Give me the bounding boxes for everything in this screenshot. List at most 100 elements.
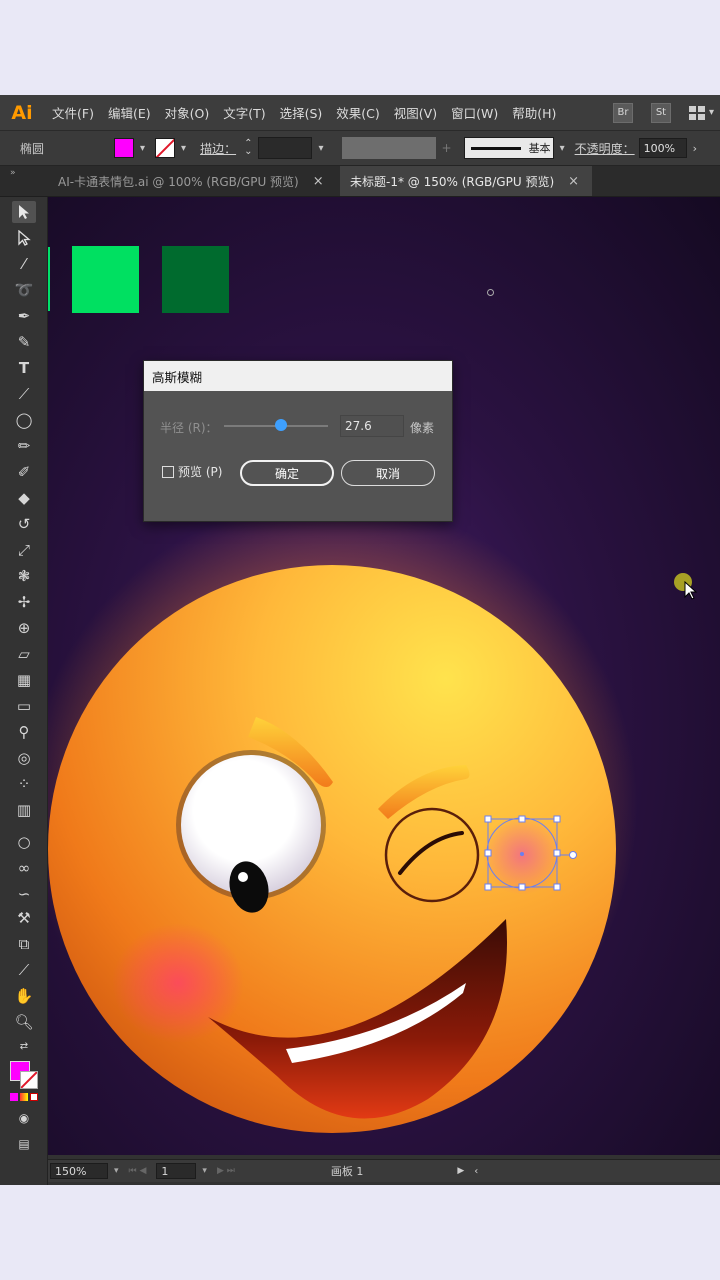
direct-selection-tool-icon[interactable] xyxy=(12,227,36,249)
collapse-panels-icon[interactable]: » xyxy=(10,168,16,178)
perspective-tool-icon[interactable]: ▱ xyxy=(12,643,36,665)
eraser-tool-icon[interactable]: ◆ xyxy=(12,487,36,509)
chevron-right-icon[interactable]: › xyxy=(693,142,697,155)
chevron-down-icon[interactable]: ▾ xyxy=(114,1166,119,1176)
width-tool-icon[interactable]: ∽ xyxy=(12,883,36,905)
variable-width-profile[interactable] xyxy=(341,137,436,159)
preview-label[interactable]: 预览 (P) xyxy=(178,463,222,480)
menu-object[interactable]: 对象(O) xyxy=(165,103,210,122)
preview-checkbox[interactable] xyxy=(162,466,174,478)
hand-tool-icon[interactable]: ✋ xyxy=(12,985,36,1007)
menu-view[interactable]: 视图(V) xyxy=(394,103,437,122)
chevron-down-icon[interactable]: ▾ xyxy=(181,143,186,154)
chevron-down-icon[interactable]: ▾ xyxy=(560,143,565,154)
stroke-weight-input[interactable] xyxy=(258,137,313,159)
shaper-tool-icon[interactable]: ✐ xyxy=(12,461,36,483)
menu-edit[interactable]: 编辑(E) xyxy=(108,103,151,122)
fill-color-swatch[interactable] xyxy=(114,138,134,158)
menu-effect[interactable]: 效果(C) xyxy=(336,103,379,122)
draw-mode-icon[interactable]: ◉ xyxy=(12,1107,36,1129)
menu-type[interactable]: 文字(T) xyxy=(223,103,265,122)
gaussian-blur-dialog: 高斯模糊 半径 (R)： 27.6 像素 预览 (P) 确定 取消 xyxy=(143,360,453,522)
stroke-swatch[interactable] xyxy=(20,1071,38,1089)
magic-wand-tool-icon[interactable]: ⁄ xyxy=(12,253,36,275)
blend-tool-icon[interactable]: ◎ xyxy=(12,747,36,769)
pen-tool-icon[interactable]: ✒ xyxy=(12,305,36,327)
mesh-tool-icon[interactable]: ▦ xyxy=(12,669,36,691)
object-type-label: 椭圆 xyxy=(20,141,45,156)
opacity-label[interactable]: 不透明度： xyxy=(575,140,635,157)
selection-tool-icon[interactable] xyxy=(12,201,36,223)
orange-emoji-illustration[interactable] xyxy=(48,197,720,1155)
screen-mode-icon[interactable]: ▤ xyxy=(12,1133,36,1155)
artboard-tool-icon[interactable]: ○ xyxy=(12,831,36,853)
rotate-tool-icon[interactable]: ↺ xyxy=(12,513,36,535)
pupil-highlight xyxy=(238,872,248,882)
line-tool-icon[interactable]: ⟋ xyxy=(12,383,36,405)
slice-tool-icon[interactable]: ∞ xyxy=(12,857,36,879)
live-paint-icon[interactable]: ⚒ xyxy=(12,907,36,929)
play-icon[interactable]: ▶ xyxy=(457,1166,464,1176)
puppet-warp-tool-icon[interactable]: ✢ xyxy=(12,591,36,613)
menu-bar: Ai 文件(F) 编辑(E) 对象(O) 文字(T) 选择(S) 效果(C) 视… xyxy=(0,95,720,131)
artboard-number-input[interactable]: 1 xyxy=(156,1163,197,1179)
workspace-switcher-icon[interactable] xyxy=(688,105,705,120)
artboard-canvas[interactable] xyxy=(48,197,720,1155)
radius-input[interactable]: 27.6 xyxy=(340,415,404,437)
menu-window[interactable]: 窗口(W) xyxy=(451,103,498,122)
menu-file[interactable]: 文件(F) xyxy=(52,103,94,122)
cancel-button[interactable]: 取消 xyxy=(341,460,435,486)
close-icon[interactable]: × xyxy=(313,174,324,189)
zoom-tool-icon[interactable]: 🔍︎ xyxy=(12,1011,36,1033)
shape-builder-tool-icon[interactable]: ⊕ xyxy=(12,617,36,639)
scale-tool-icon[interactable]: ⤢ xyxy=(12,539,36,561)
chevron-down-icon[interactable]: ▾ xyxy=(140,143,145,154)
gradient-tool-icon[interactable]: ▭ xyxy=(12,695,36,717)
stroke-color-swatch[interactable] xyxy=(155,138,176,158)
symbol-sprayer-tool-icon[interactable]: ⁘ xyxy=(12,773,36,795)
bridge-button[interactable]: Br xyxy=(612,102,633,123)
ok-button[interactable]: 确定 xyxy=(240,460,334,486)
graph-tool-icon[interactable]: ▥ xyxy=(12,799,36,821)
line-preview xyxy=(470,146,521,150)
crop-tool-icon[interactable]: ⧉ xyxy=(12,933,36,955)
stock-button[interactable]: St xyxy=(650,102,671,123)
close-icon[interactable]: × xyxy=(568,174,579,189)
chevron-left-icon[interactable]: ‹ xyxy=(474,1166,478,1177)
radius-label: 半径 (R)： xyxy=(160,421,218,435)
artboard-label-text: 画板 xyxy=(330,1165,353,1178)
radius-slider-handle[interactable] xyxy=(275,419,288,431)
ellipse-tool-icon[interactable]: ◯ xyxy=(12,409,36,431)
opacity-input[interactable]: 100% xyxy=(638,138,687,158)
brush-definition-select[interactable]: 基本 xyxy=(463,137,554,159)
illustrator-window: Ai 文件(F) 编辑(E) 对象(O) 文字(T) 选择(S) 效果(C) 视… xyxy=(0,95,720,1185)
tab-document-1[interactable]: AI-卡通表情包.ai @ 100% (RGB/GPU 预览) × xyxy=(48,166,338,196)
chevron-down-icon[interactable]: ▾ xyxy=(709,107,714,118)
chevron-down-icon[interactable]: ▾ xyxy=(318,143,323,154)
first-artboard-icon[interactable]: ⏮ ◀ xyxy=(129,1166,147,1176)
eraser2-tool-icon[interactable]: ⟋ xyxy=(12,959,36,981)
menu-help[interactable]: 帮助(H) xyxy=(512,103,556,122)
zoom-level-input[interactable]: 150% xyxy=(50,1163,108,1179)
eyedropper-tool-icon[interactable]: ⚲ xyxy=(12,721,36,743)
status-bar: 150% ▾ ⏮ ◀ 1 ▾ ▶ ⏭ 画板 1 ▶ ‹ xyxy=(48,1159,720,1182)
color-mode-buttons[interactable] xyxy=(10,1093,38,1101)
lasso-tool-icon[interactable]: ➰ xyxy=(12,279,36,301)
menu-select[interactable]: 选择(S) xyxy=(280,103,323,122)
type-tool-icon[interactable]: T xyxy=(12,357,36,379)
chevron-down-icon[interactable]: ▾ xyxy=(202,1166,207,1176)
artboard-number: 1 xyxy=(356,1165,364,1178)
last-artboard-icon[interactable]: ▶ ⏭ xyxy=(217,1166,235,1176)
curvature-tool-icon[interactable]: ✎ xyxy=(12,331,36,353)
swap-colors-icon[interactable]: ⇄ xyxy=(12,1035,36,1057)
artboard-label: 画板 1 xyxy=(331,1163,364,1179)
stroke-label[interactable]: 描边： xyxy=(200,140,236,157)
control-bar: 椭圆 ▾ ▾ 描边： ⌃ ⌄ ▾ + 基本 ▾ 不透明度： 100% › xyxy=(0,131,720,166)
stroke-stepper-icon[interactable]: ⌃ ⌄ xyxy=(244,139,252,157)
plus-icon: + xyxy=(441,141,452,155)
warp-tool-icon[interactable]: ❃ xyxy=(12,565,36,587)
paintbrush-tool-icon[interactable]: ✏ xyxy=(12,435,36,457)
dialog-title: 高斯模糊 xyxy=(144,361,452,391)
document-tab-bar: » AI-卡通表情包.ai @ 100% (RGB/GPU 预览) × 未标题-… xyxy=(0,166,720,197)
tab-document-2[interactable]: 未标题-1* @ 150% (RGB/GPU 预览) × xyxy=(340,166,592,196)
